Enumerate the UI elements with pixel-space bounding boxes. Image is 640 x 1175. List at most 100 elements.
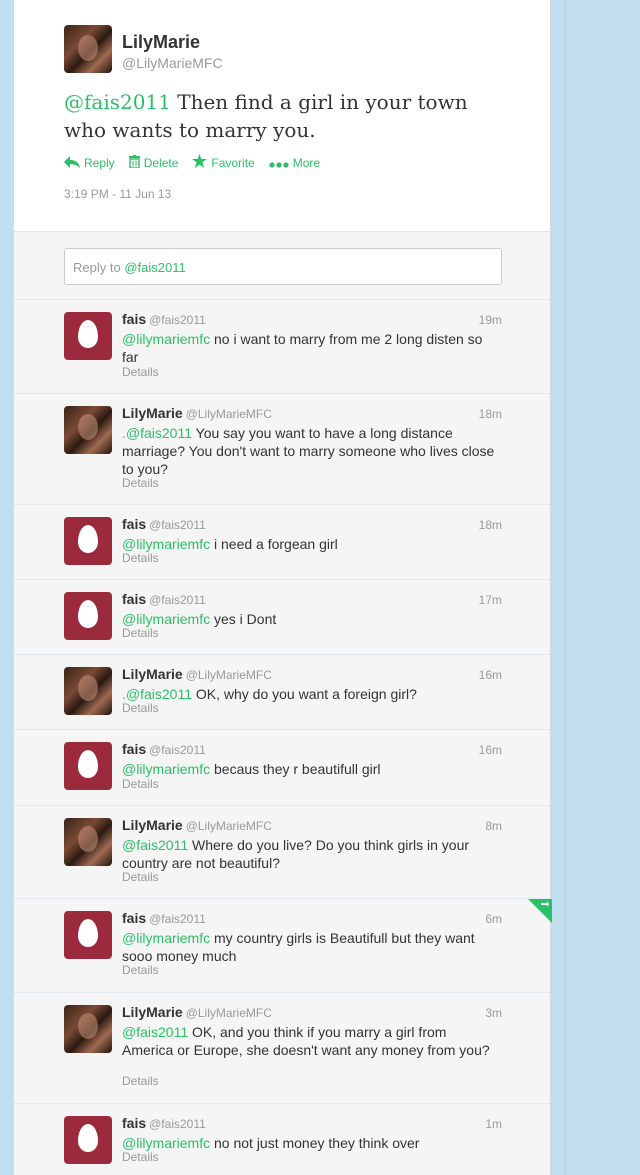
tweet-author[interactable]: fais @fais2011 <box>122 591 206 607</box>
mention-link[interactable]: @fais2011 <box>122 1024 188 1040</box>
main-tweet-handle[interactable]: @LilyMarieMFC <box>122 55 223 71</box>
reply-input[interactable]: Reply to @fais2011 <box>64 248 502 285</box>
author-handle: @fais2011 <box>149 518 206 532</box>
author-handle: @LilyMarieMFC <box>185 1006 272 1020</box>
tweet-time[interactable]: 3m <box>485 1006 502 1020</box>
reply-icon <box>64 155 80 171</box>
author-name: fais <box>122 591 147 607</box>
reply-prefix: Reply to <box>73 260 125 275</box>
author-name: fais <box>122 311 147 327</box>
tweet-body: OK, why do you want a foreign girl? <box>192 686 417 702</box>
tweet-text: @lilymariemfc becaus they r beautifull g… <box>122 760 498 778</box>
tweet-text: @lilymariemfc my country girls is Beauti… <box>122 929 498 965</box>
tweet-time[interactable]: 19m <box>479 313 502 327</box>
list-item[interactable]: fais @fais2011 18m @lilymariemfc i need a f… <box>14 505 550 580</box>
delete-label: Delete <box>143 155 179 170</box>
tweet-time[interactable]: 18m <box>479 518 502 532</box>
retweet-corner-icon <box>541 901 549 907</box>
tweet-author[interactable]: fais @fais2011 <box>122 1115 206 1131</box>
tweet-timestamp[interactable]: 3:19 PM - 11 Jun 13 <box>64 187 171 201</box>
page-divider <box>565 0 566 1175</box>
tweet-actions: Reply Delete Favorite More <box>64 154 320 171</box>
avatar[interactable] <box>64 742 112 790</box>
tweet-author[interactable]: LilyMarie @LilyMarieMFC <box>122 817 272 833</box>
list-item[interactable]: LilyMarie @LilyMarieMFC 16m .@fais2011 OK, … <box>14 655 550 730</box>
reply-label: Reply <box>84 155 115 170</box>
mention-link[interactable]: @lilymariemfc <box>122 1135 210 1151</box>
delete-button[interactable]: Delete <box>128 154 179 171</box>
avatar[interactable] <box>64 406 112 454</box>
details-link[interactable]: Details <box>122 476 159 490</box>
tweet-time[interactable]: 16m <box>479 668 502 682</box>
list-item[interactable]: fais @fais2011 16m @lilymariemfc becaus the… <box>14 730 550 806</box>
mention-link[interactable]: @lilymariemfc <box>122 536 210 552</box>
avatar[interactable] <box>64 25 112 73</box>
avatar[interactable] <box>64 1005 112 1053</box>
tweet-text: .@fais2011 You say you want to have a lo… <box>122 424 498 478</box>
mention-link[interactable]: .@fais2011 <box>122 686 192 702</box>
mention-link[interactable]: @lilymariemfc <box>122 611 210 627</box>
tweet-author[interactable]: LilyMarie @LilyMarieMFC <box>122 405 272 421</box>
list-item[interactable]: fais @fais2011 19m @lilymariemfc no i want … <box>14 300 550 394</box>
tweet-time[interactable]: 8m <box>485 819 502 833</box>
avatar[interactable] <box>64 312 112 360</box>
avatar[interactable] <box>64 818 112 866</box>
list-item[interactable]: fais @fais2011 1m @lilymariemfc no not just… <box>14 1104 550 1175</box>
details-link[interactable]: Details <box>122 1150 159 1164</box>
author-handle: @fais2011 <box>149 313 206 327</box>
author-name: fais <box>122 1115 147 1131</box>
avatar[interactable] <box>64 592 112 640</box>
mention-link[interactable]: .@fais2011 <box>122 425 192 441</box>
tweet-author[interactable]: LilyMarie @LilyMarieMFC <box>122 1004 272 1020</box>
main-tweet-name[interactable]: LilyMarie <box>122 32 200 53</box>
details-link[interactable]: Details <box>122 551 159 565</box>
tweet-author[interactable]: fais @fais2011 <box>122 741 206 757</box>
author-handle: @fais2011 <box>149 912 206 926</box>
details-link[interactable]: Details <box>122 626 159 640</box>
main-tweet: LilyMarie @LilyMarieMFC @fais2011 Then f… <box>14 0 550 232</box>
list-item[interactable]: LilyMarie @LilyMarieMFC 3m @fais2011 OK, an… <box>14 993 550 1104</box>
tweet-text: @fais2011 OK, and you think if you marry… <box>122 1023 498 1059</box>
mention-link[interactable]: @lilymariemfc <box>122 930 210 946</box>
author-name: LilyMarie <box>122 666 183 682</box>
tweet-text: @lilymariemfc no i want to marry from me… <box>122 330 498 366</box>
favorite-label: Favorite <box>211 155 255 170</box>
details-link[interactable]: Details <box>122 365 159 379</box>
tweet-text: .@fais2011 OK, why do you want a foreign… <box>122 685 498 703</box>
reply-area: Reply to @fais2011 <box>14 232 550 300</box>
tweet-time[interactable]: 1m <box>485 1117 502 1131</box>
mention-link[interactable]: @lilymariemfc <box>122 331 210 347</box>
list-item[interactable]: LilyMarie @LilyMarieMFC 8m @fais2011 Where … <box>14 806 550 899</box>
list-item[interactable]: fais @fais2011 6m @lilymariemfc my country … <box>14 899 552 993</box>
tweet-time[interactable]: 18m <box>479 407 502 421</box>
tweet-author[interactable]: fais @fais2011 <box>122 910 206 926</box>
star-icon <box>192 154 208 171</box>
details-link[interactable]: Details <box>122 777 159 791</box>
reply-button[interactable]: Reply <box>64 154 115 171</box>
trash-icon <box>128 154 140 171</box>
details-link[interactable]: Details <box>122 1074 159 1088</box>
author-handle: @LilyMarieMFC <box>185 668 272 682</box>
tweet-author[interactable]: fais @fais2011 <box>122 311 206 327</box>
author-handle: @fais2011 <box>149 593 206 607</box>
details-link[interactable]: Details <box>122 963 159 977</box>
tweet-author[interactable]: LilyMarie @LilyMarieMFC <box>122 666 272 682</box>
tweet-time[interactable]: 16m <box>479 743 502 757</box>
mention-link[interactable]: @lilymariemfc <box>122 761 210 777</box>
tweet-author[interactable]: fais @fais2011 <box>122 516 206 532</box>
list-item[interactable]: LilyMarie @LilyMarieMFC 18m .@fais2011 You … <box>14 394 550 505</box>
tweet-time[interactable]: 17m <box>479 593 502 607</box>
more-button[interactable]: More <box>269 154 320 171</box>
list-item[interactable]: fais @fais2011 17m @lilymariemfc yes i Dont… <box>14 580 550 655</box>
mention-link[interactable]: @fais2011 <box>64 90 171 114</box>
avatar[interactable] <box>64 1116 112 1164</box>
avatar[interactable] <box>64 667 112 715</box>
details-link[interactable]: Details <box>122 701 159 715</box>
avatar[interactable] <box>64 911 112 959</box>
avatar[interactable] <box>64 517 112 565</box>
author-name: LilyMarie <box>122 817 183 833</box>
mention-link[interactable]: @fais2011 <box>122 837 188 853</box>
details-link[interactable]: Details <box>122 870 159 884</box>
favorite-button[interactable]: Favorite <box>192 154 255 171</box>
tweet-time[interactable]: 6m <box>485 912 502 926</box>
